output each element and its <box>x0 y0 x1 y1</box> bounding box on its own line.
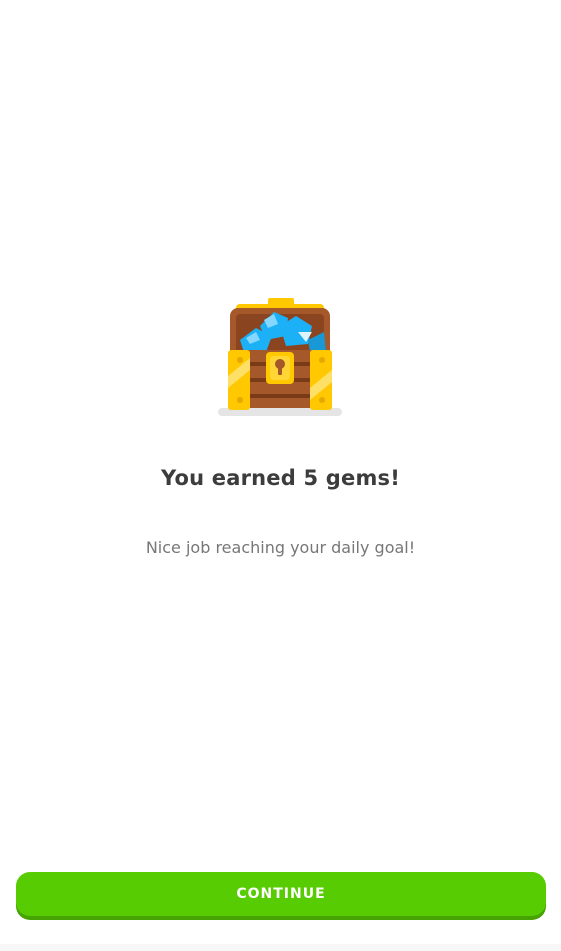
reward-screen: You earned 5 gems! Nice job reaching you… <box>0 0 561 951</box>
reward-title: You earned 5 gems! <box>160 466 401 490</box>
treasure-chest-icon <box>216 296 344 420</box>
continue-button[interactable]: CONTINUE <box>16 872 546 916</box>
bottom-bar <box>0 944 561 951</box>
reward-message: Nice job reaching your daily goal! <box>145 538 416 557</box>
